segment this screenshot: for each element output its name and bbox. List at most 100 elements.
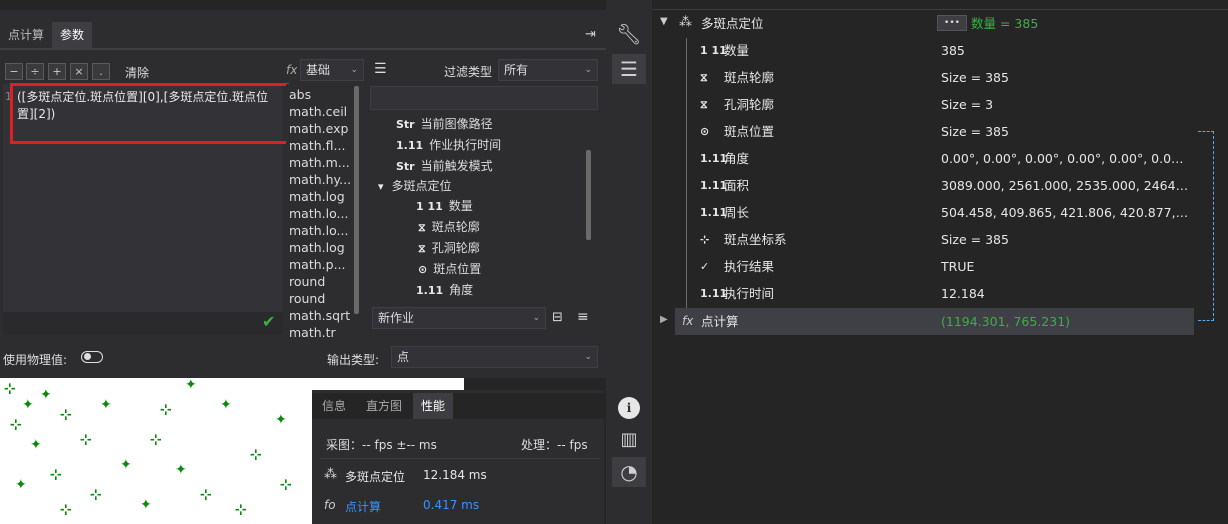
search-input[interactable] [370,86,598,110]
blob-marker: ⊹ [60,502,72,518]
output-type-label: 输出类型: [327,353,380,367]
blob-marker: ⊹ [150,432,162,448]
tree-item[interactable]: Str 当前图像路径 [396,114,493,134]
chart-icon[interactable]: ▥ [612,425,646,455]
blob-marker: ⊹ [4,381,16,397]
more-button[interactable]: ••• [937,15,967,31]
output-type-select[interactable]: 点 ⌄ [391,346,598,368]
link-connector [1198,131,1214,321]
tree-scrollbar[interactable] [586,150,591,240]
tree-item[interactable]: ⧖ 斑点轮廓 [418,217,480,237]
property-row[interactable]: 1.11 周长 504.458, 409.865, 421.806, 420.8… [652,199,1197,226]
filter-select[interactable]: 所有 ⌄ [498,59,598,81]
wrench-icon[interactable]: 🔧︎ [612,22,646,52]
blob-marker: ⊹ [80,432,92,448]
tab-performance[interactable]: 性能 [413,393,454,419]
function-item[interactable]: math.sqrt [289,307,350,324]
tree-item[interactable]: 1.11 角度 [416,280,473,300]
sliders-icon[interactable]: ☰ [612,54,646,84]
blob-marker: ⊹ [235,502,247,518]
chevron-right-icon[interactable]: ▶ [660,314,668,325]
function-item[interactable]: math.tr [289,324,336,338]
chevron-down-icon[interactable]: ▾ [378,177,384,197]
job-select[interactable]: 新作业 ⌄ [372,307,546,329]
perf-row-time: 12.184 ms [423,468,487,482]
property-row[interactable]: ✓ 执行结果 TRUE [652,253,1197,280]
list-view-icon[interactable]: ⊟ [552,310,563,325]
category-value: 基础 [306,63,331,77]
function-item[interactable]: math.lo... [289,222,348,239]
tab-params[interactable]: 参数 [52,22,93,48]
blob-icon: ⁂ [679,15,692,30]
property-row[interactable]: ⧖ 孔洞轮廓 Size = 3 [652,91,1197,118]
blob-marker: ✦ [40,387,52,403]
property-label: 面积 [724,178,750,193]
function-item[interactable]: math.fl... [289,137,345,154]
property-row[interactable]: 1 11 数量 385 [652,37,1197,64]
plus-button[interactable]: + [48,63,66,80]
property-value: 12.184 [941,286,985,301]
blob-marker: ⊹ [50,467,62,483]
tree-item[interactable]: ⊙ 斑点位置 [418,259,481,279]
divide-button[interactable]: ÷ [26,63,44,80]
image-viewport-strip [312,378,464,390]
tree-item[interactable]: ⧖ 孔洞轮廓 [418,238,480,258]
function-item[interactable]: round [289,290,325,307]
function-item[interactable]: math.ceil [289,103,347,120]
check-icon[interactable]: ✔ [262,312,275,331]
gauge-icon[interactable]: ◔ [612,457,646,487]
category-select[interactable]: 基础 ⌄ [300,59,364,81]
pin-icon[interactable]: ⇥ [585,27,596,42]
blob-marker: ⊹ [90,487,102,503]
multiply-button[interactable]: × [70,63,88,80]
property-calc-row[interactable]: fx 点计算 (1194.301, 765.231) [675,308,1194,335]
tab-histogram[interactable]: 直方图 [358,393,410,419]
editor-footer [3,312,282,334]
function-item[interactable]: math.log [289,239,345,256]
function-item[interactable]: math.hy... [289,171,351,188]
minus-button[interactable]: − [5,63,23,80]
property-row[interactable]: 1.11 执行时间 12.184 [652,280,1197,307]
physical-value-toggle[interactable] [81,351,103,363]
property-row[interactable]: 1.11 角度 0.00°, 0.00°, 0.00°, 0.00°, 0.00… [652,145,1197,172]
function-item[interactable]: abs [289,86,311,103]
int-icon: 1 11 [416,200,443,213]
output-type-value: 点 [397,350,410,364]
tab-point-calc[interactable]: 点计算 [0,22,52,48]
property-label: 执行结果 [724,259,775,274]
perf-row-name: 多斑点定位 [345,470,406,484]
function-item[interactable]: round [289,273,325,290]
function-item[interactable]: math.exp [289,120,348,137]
dot-button[interactable]: . [92,63,110,80]
tree-item[interactable]: 1 11 数量 [416,196,473,216]
function-item[interactable]: math.lo... [289,205,348,222]
function-item[interactable]: math.log [289,188,345,205]
property-row[interactable]: 1.11 面积 3089.000, 2561.000, 2535.000, 24… [652,172,1197,199]
blob-marker: ✦ [100,397,112,413]
function-item[interactable]: math.p... [289,256,346,273]
perf-row-name: 点计算 [345,500,382,514]
property-row[interactable]: ⧖ 斑点轮廓 Size = 385 [652,64,1197,91]
property-root-row[interactable]: ▼ ⁂ 多斑点定位 ••• 数量 = 385 [652,10,1197,37]
info-icon[interactable]: i [612,393,646,423]
function-scrollbar[interactable] [354,86,359,314]
process-stat: 处理：-- fps [521,438,588,452]
tree-item[interactable]: 1.11 作业执行时间 [396,135,501,155]
menu-icon[interactable]: ≡ [577,309,589,325]
property-value: 385 [941,43,965,58]
property-row[interactable]: ⊹ 斑点坐标系 Size = 385 [652,226,1197,253]
property-row[interactable]: ⊙ 斑点位置 Size = 385 [652,118,1197,145]
tree-item-group[interactable]: ▾ 多斑点定位 [378,176,452,196]
clear-button[interactable]: 清除 [125,64,149,81]
tab-info[interactable]: 信息 [314,393,354,419]
database-icon: ☰ [374,61,387,77]
blob-marker: ⊹ [250,447,262,463]
chevron-down-icon[interactable]: ▼ [660,16,668,27]
property-value: 0.00°, 0.00°, 0.00°, 0.00°, 0.00°, 0.00°… [941,151,1191,166]
property-label: 执行时间 [724,286,775,301]
blob-marker: ✦ [30,437,42,453]
tree-item[interactable]: Str 当前触发模式 [396,156,493,176]
function-item[interactable]: math.m... [289,154,350,171]
acquire-stat: 采图：-- fps ±-- ms [326,438,437,452]
image-viewport[interactable]: ⊹ ✦ ⊹ ✦ ⊹ ✦ ⊹ ✦ ⊹ ✦ ⊹ ✦ ⊹ ✦ ⊹ ✦ ⊹ ✦ ⊹ ✦ … [0,378,312,524]
